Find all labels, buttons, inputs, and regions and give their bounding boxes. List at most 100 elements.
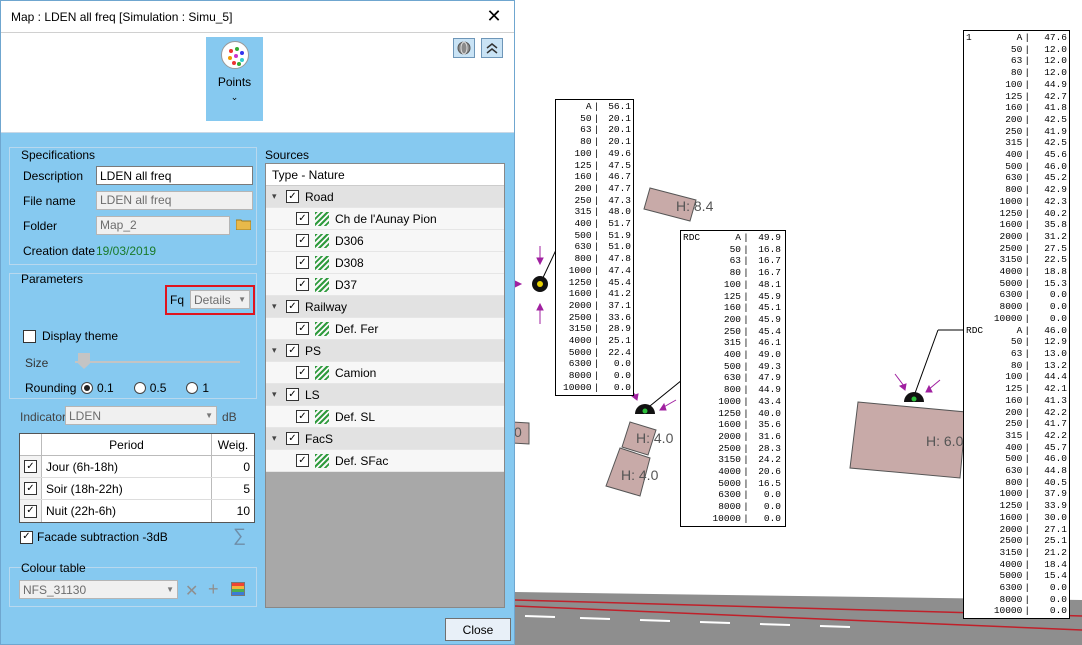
tree-item[interactable]: ✓ D306 xyxy=(266,230,504,252)
table-row[interactable]: ✓ Jour (6h-18h) 0 xyxy=(20,456,254,478)
level-label xyxy=(966,547,987,559)
sigma-icon[interactable]: ∑ xyxy=(233,525,246,546)
level-label xyxy=(966,91,987,103)
period-checkbox[interactable]: ✓ xyxy=(24,504,37,518)
rounding-option-0-5[interactable]: 0.5 xyxy=(133,381,166,395)
level-value: 47.6 xyxy=(1044,32,1068,43)
tree-group-railway[interactable]: ▾ ✓ Railway xyxy=(266,296,504,318)
collapse-icon[interactable]: ▾ xyxy=(272,301,286,312)
frequency-label: 6300 xyxy=(718,489,741,501)
tree-item[interactable]: ✓ Def. SL xyxy=(266,406,504,428)
indicator-label: Indicator xyxy=(20,410,67,424)
table-row[interactable]: ✓ Nuit (22h-6h) 10 xyxy=(20,500,254,522)
close-icon[interactable]: ✕ xyxy=(484,6,504,27)
rounding-option-1[interactable]: 1 xyxy=(186,381,209,395)
tree-item[interactable]: ✓ Def. SFac xyxy=(266,450,504,472)
level-value: 45.9 xyxy=(758,290,781,302)
table-row[interactable]: ✓ Soir (18h-22h) 5 xyxy=(20,478,254,500)
tree-item[interactable]: ✓ D308 xyxy=(266,252,504,274)
group-checkbox[interactable]: ✓ xyxy=(286,300,299,313)
item-checkbox[interactable]: ✓ xyxy=(296,366,309,379)
table-row: 160 | 45.1 xyxy=(683,302,783,314)
indicator-select[interactable]: LDEN ▼ xyxy=(65,406,217,425)
period-weight[interactable]: 10 xyxy=(212,500,254,522)
display-theme-checkbox[interactable] xyxy=(23,329,36,343)
item-checkbox[interactable]: ✓ xyxy=(296,256,309,269)
tree-group-ls[interactable]: ▾ ✓ LS xyxy=(266,384,504,406)
tree-item-label: Def. SL xyxy=(335,409,376,424)
delete-icon[interactable]: ✕ xyxy=(185,581,198,601)
period-weight[interactable]: 0 xyxy=(212,456,254,477)
period-weight[interactable]: 5 xyxy=(212,478,254,499)
collapse-icon[interactable]: ▾ xyxy=(272,345,286,356)
table-row: 5000 | 16.5 xyxy=(683,478,783,490)
frequency-table: 1 A | 47.6 50 | 12.0 63 | 12.0 80 | 12.0 100 | 44.9 125 |… xyxy=(963,30,1070,620)
table-row: 50 | 20.1 xyxy=(558,113,631,125)
level-label xyxy=(966,570,987,582)
fq-select[interactable]: Details ▼ xyxy=(190,290,250,309)
item-checkbox[interactable]: ✓ xyxy=(296,212,309,225)
frequency-label: 2500 xyxy=(568,311,592,323)
tree-group-facs[interactable]: ▾ ✓ FacS xyxy=(266,428,504,450)
frequency-label: 1000 xyxy=(718,395,741,407)
group-checkbox[interactable]: ✓ xyxy=(286,432,299,445)
group-checkbox[interactable]: ✓ xyxy=(286,388,299,401)
add-icon[interactable]: + xyxy=(208,579,219,600)
tree-item[interactable]: ✓ Camion xyxy=(266,362,504,384)
level-value: 41.9 xyxy=(1044,125,1068,137)
description-input[interactable] xyxy=(96,166,253,185)
table-row: 50 | 16.8 xyxy=(683,244,783,256)
tree-item[interactable]: ✓ Ch de l'Aunay Pion xyxy=(266,208,504,230)
tree-group-ps[interactable]: ▾ ✓ PS xyxy=(266,340,504,362)
table-row: 125 | 47.5 xyxy=(558,160,631,172)
frequency-label: 500 xyxy=(1005,160,1023,172)
item-checkbox[interactable]: ✓ xyxy=(296,234,309,247)
table-row: 63 | 16.7 xyxy=(683,255,783,267)
item-checkbox[interactable]: ✓ xyxy=(296,454,309,467)
collapse-up-icon[interactable] xyxy=(481,38,503,58)
facade-row[interactable]: ✓ Facade subtraction -3dB xyxy=(20,530,168,544)
level-value: 46.0 xyxy=(1044,324,1068,336)
table-row: 6300 | 0.0 xyxy=(558,358,631,370)
period-checkbox[interactable]: ✓ xyxy=(24,460,37,473)
tree-item[interactable]: ✓ D37 xyxy=(266,274,504,296)
level-value: 22.5 xyxy=(1044,254,1068,266)
frequency-label: 400 xyxy=(723,349,741,361)
frequency-label: 5000 xyxy=(999,570,1023,582)
globe-icon[interactable] xyxy=(453,38,475,58)
colour-table-select[interactable]: NFS_31130 ▼ xyxy=(19,580,178,599)
table-row: 4000 | 18.8 xyxy=(966,266,1068,278)
size-slider[interactable] xyxy=(75,361,240,363)
tree-group-road[interactable]: ▾ ✓ Road xyxy=(266,186,504,208)
collapse-icon[interactable]: ▾ xyxy=(272,389,286,400)
frequency-label: 3150 xyxy=(718,454,741,466)
level-label xyxy=(966,313,987,325)
tree-group-label: PS xyxy=(305,343,322,358)
frequency-label: 50 xyxy=(729,243,741,255)
level-label: 1 xyxy=(966,32,972,43)
table-row: A | 56.1 xyxy=(558,101,631,113)
collapse-icon[interactable]: ▾ xyxy=(272,433,286,444)
group-checkbox[interactable]: ✓ xyxy=(286,344,299,357)
level-label: RDC xyxy=(966,324,984,336)
level-value: 18.8 xyxy=(1044,266,1068,278)
frequency-label: 800 xyxy=(723,384,741,396)
group-checkbox[interactable]: ✓ xyxy=(286,190,299,203)
color-scale-icon[interactable] xyxy=(231,582,245,596)
close-button[interactable]: Close xyxy=(445,618,511,641)
level-label xyxy=(966,559,987,571)
frequency-label: 1250 xyxy=(718,407,741,419)
level-label xyxy=(966,243,987,255)
folder-icon[interactable] xyxy=(235,218,252,233)
tree-item[interactable]: ✓ Def. Fer xyxy=(266,318,504,340)
collapse-icon[interactable]: ▾ xyxy=(272,191,286,202)
period-checkbox[interactable]: ✓ xyxy=(24,482,37,495)
points-button[interactable]: Points ⌄ xyxy=(206,37,263,121)
item-checkbox[interactable]: ✓ xyxy=(296,278,309,291)
display-theme-row[interactable]: Display theme xyxy=(23,329,118,343)
item-checkbox[interactable]: ✓ xyxy=(296,410,309,423)
rounding-option-0-1[interactable]: 0.1 xyxy=(81,381,114,395)
table-row: 80 | 20.1 xyxy=(558,136,631,148)
item-checkbox[interactable]: ✓ xyxy=(296,322,309,335)
facade-checkbox[interactable]: ✓ xyxy=(20,530,33,544)
